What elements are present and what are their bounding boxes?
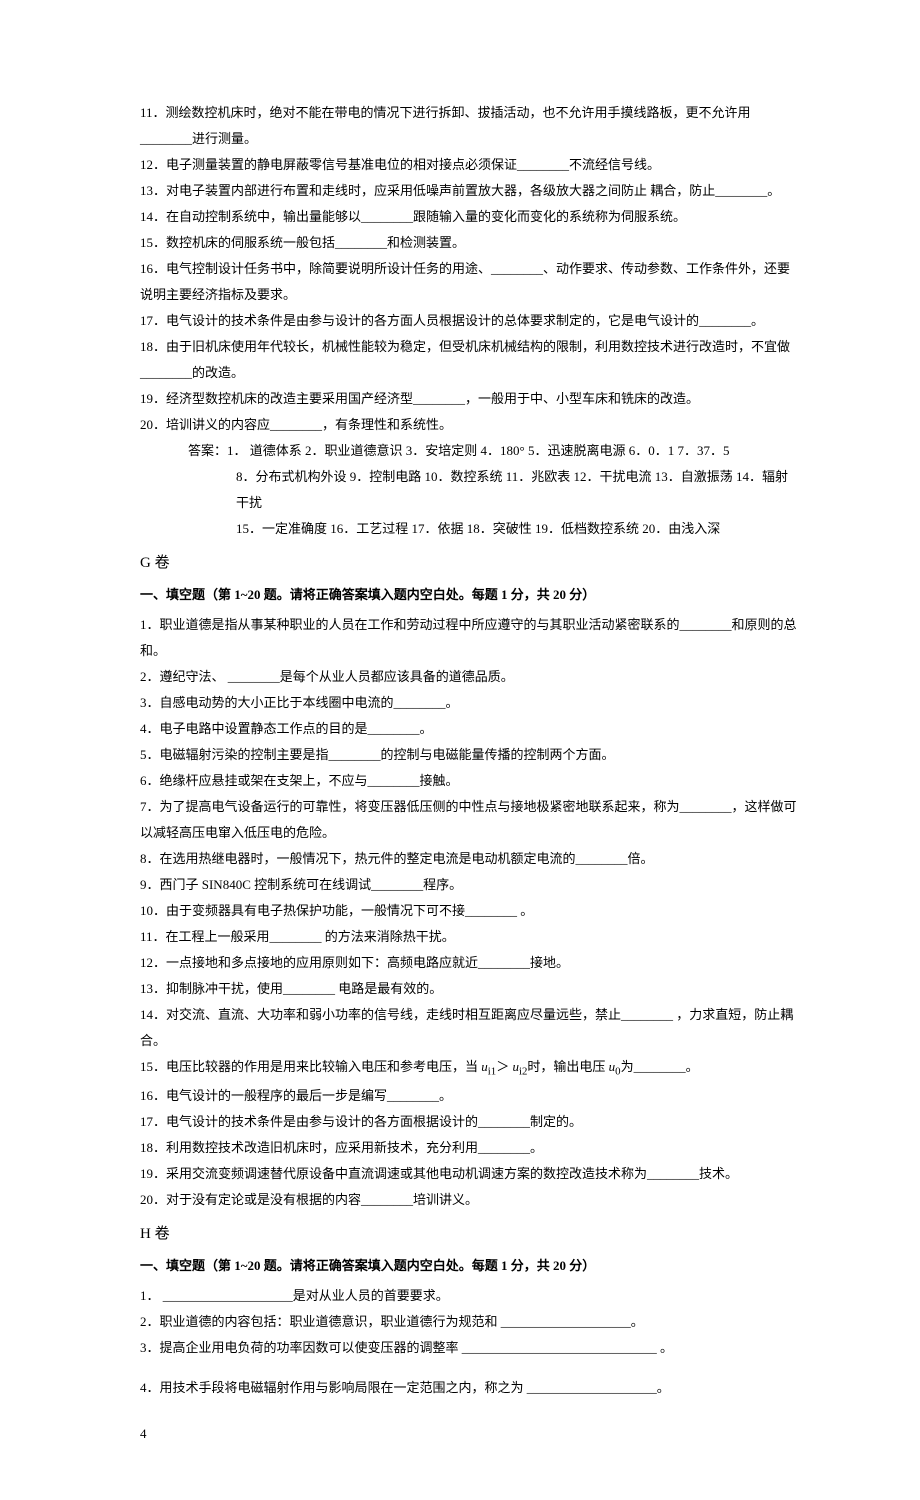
g-section-title: G 卷 <box>140 548 800 578</box>
top-q12: 12．电子测量装置的静电屏蔽零信号基准电位的相对接点必须保证________不流… <box>140 152 800 178</box>
g-q15-gt: ＞ <box>496 1059 512 1074</box>
g-q20: 20．对于没有定论或是没有根据的内容________培训讲义。 <box>140 1187 800 1213</box>
ans-line-3: 15．一定准确度 16．工艺过程 17．依据 18．突破性 19．低档数控系统 … <box>188 516 800 542</box>
top-q17: 17．电气设计的技术条件是由参与设计的各方面人员根据设计的总体要求制定的，它是电… <box>140 308 800 334</box>
g-q6: 6．绝缘杆应悬挂或架在支架上，不应与________接触。 <box>140 768 800 794</box>
g-q16: 16．电气设计的一般程序的最后一步是编写________。 <box>140 1083 800 1109</box>
g-q10: 10．由于变频器具有电子热保护功能，一般情况下可不接________ 。 <box>140 898 800 924</box>
page-number: 4 <box>140 1421 800 1447</box>
g-q15-end: 为________。 <box>621 1059 699 1074</box>
g-q19: 19．采用交流变频调速替代原设备中直流调速或其他电动机调速方案的数控改造技术称为… <box>140 1161 800 1187</box>
g-q18: 18．利用数控技术改造旧机床时，应采用新技术，充分利用________。 <box>140 1135 800 1161</box>
h-q3: 3．提高企业用电负荷的功率因数可以使变压器的调整率 ______________… <box>140 1335 800 1361</box>
g-q1: 1．职业道德是指从事某种职业的人员在工作和劳动过程中所应遵守的与其职业活动紧密联… <box>140 612 800 664</box>
top-q19: 19．经济型数控机床的改造主要采用国产经济型________，一般用于中、小型车… <box>140 386 800 412</box>
g-q14: 14．对交流、直流、大功率和弱小功率的信号线，走线时相互距离应尽量远些，禁止__… <box>140 1002 800 1054</box>
top-q16: 16．电气控制设计任务书中，除简要说明所设计任务的用途、________、动作要… <box>140 256 800 308</box>
g-q13: 13．抑制脉冲干扰，使用________ 电路是最有效的。 <box>140 976 800 1002</box>
g-q15-mid: 时，输出电压 <box>527 1059 608 1074</box>
g-q15-a: 15．电压比较器的作用是用来比较输入电压和参考电压，当 <box>140 1059 481 1074</box>
g-q7: 7．为了提高电气设备运行的可靠性，将变压器低压侧的中性点与接地极紧密地联系起来，… <box>140 794 800 846</box>
h-sub-title: 一、填空题（第 1~20 题。请将正确答案填入题内空白处。每题 1 分，共 20… <box>140 1253 800 1279</box>
g-q12: 12．一点接地和多点接地的应用原则如下：高频电路应就近________接地。 <box>140 950 800 976</box>
top-q14: 14．在自动控制系统中，输出量能够以________跟随输入量的变化而变化的系统… <box>140 204 800 230</box>
h-section-title: H 卷 <box>140 1219 800 1249</box>
ans-line-1: 答案：1． 道德体系 2．职业道德意识 3．安培定则 4．180° 5．迅速脱离… <box>188 438 800 464</box>
g-q2: 2．遵纪守法、 ________是每个从业人员都应该具备的道德品质。 <box>140 664 800 690</box>
g-q3: 3．自感电动势的大小正比于本线圈中电流的________。 <box>140 690 800 716</box>
top-q13: 13．对电子装置内部进行布置和走线时，应采用低噪声前置放大器，各级放大器之间防止… <box>140 178 800 204</box>
top-q20: 20．培训讲义的内容应________，有条理性和系统性。 <box>140 412 800 438</box>
top-q11: 11．测绘数控机床时，绝对不能在带电的情况下进行拆卸、拔插活动，也不允许用手摸线… <box>140 100 800 152</box>
g-q17: 17．电气设计的技术条件是由参与设计的各方面根据设计的________制定的。 <box>140 1109 800 1135</box>
top-q15: 15．数控机床的伺服系统一般包括________和检测装置。 <box>140 230 800 256</box>
h-q4: 4．用技术手段将电磁辐射作用与影响局限在一定范围之内，称之为 _________… <box>140 1375 800 1401</box>
g-sub-title: 一、填空题（第 1~20 题。请将正确答案填入题内空白处。每题 1 分，共 20… <box>140 582 800 608</box>
top-q18: 18．由于旧机床使用年代较长，机械性能较为稳定，但受机床机械结构的限制，利用数控… <box>140 334 800 386</box>
g-q4: 4．电子电路中设置静态工作点的目的是________。 <box>140 716 800 742</box>
ans-line-2: 8．分布式机构外设 9．控制电路 10．数控系统 11．兆欧表 12．干扰电流 … <box>188 464 800 516</box>
g-q9: 9．西门子 SIN840C 控制系统可在线调试________程序。 <box>140 872 800 898</box>
h-q1: 1． ____________________是对从业人员的首要要求。 <box>140 1283 800 1309</box>
g-q5: 5．电磁辐射污染的控制主要是指________的控制与电磁能量传播的控制两个方面… <box>140 742 800 768</box>
h-q2: 2．职业道德的内容包括：职业道德意识，职业道德行为规范和 ___________… <box>140 1309 800 1335</box>
g-q15-sub-i1: i1 <box>488 1066 496 1078</box>
answer-block: 答案：1． 道德体系 2．职业道德意识 3．安培定则 4．180° 5．迅速脱离… <box>140 438 800 542</box>
g-q11: 11．在工程上一般采用________ 的方法来消除热干扰。 <box>140 924 800 950</box>
g-q15: 15．电压比较器的作用是用来比较输入电压和参考电压，当 ui1＞ ui2时，输出… <box>140 1054 800 1083</box>
g-q8: 8．在选用热继电器时，一般情况下，热元件的整定电流是电动机额定电流的______… <box>140 846 800 872</box>
